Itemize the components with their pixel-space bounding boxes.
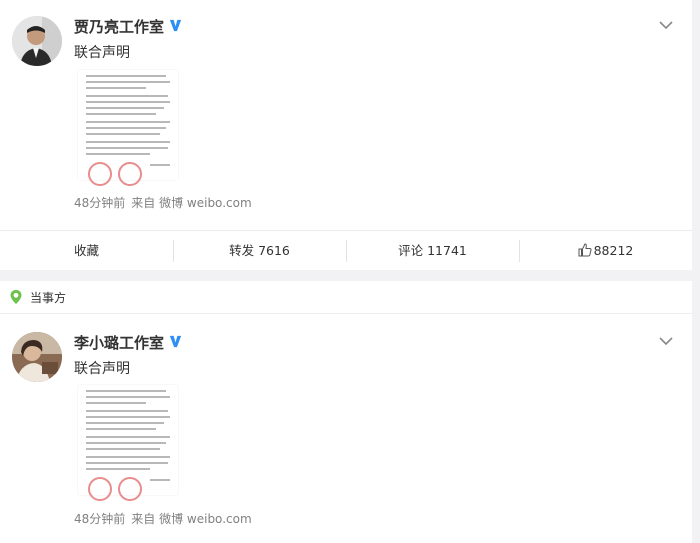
weibo-feed: 贾乃亮工作室 联合声明 48分钟前 来自 微博 weibo.com 收藏 转发 … [0,0,700,543]
post-source[interactable]: 来自 微博 weibo.com [131,196,251,210]
seal-mark [118,162,142,186]
statement-image[interactable] [78,385,178,501]
post-source[interactable]: 来自 微博 weibo.com [131,512,251,526]
post-meta: 48分钟前 来自 微博 weibo.com [74,194,258,211]
seal-mark [88,477,112,501]
repost-button[interactable]: 转发 7616 [173,240,346,262]
location-pin-icon [10,290,22,304]
post-meta: 48分钟前 来自 微博 weibo.com [74,510,258,527]
party-label: 当事方 [30,291,67,305]
verified-badge-icon [169,19,182,32]
avatar-image [12,332,62,382]
chevron-down-icon[interactable] [658,336,674,346]
thumbs-up-icon [578,243,592,257]
post-card: 贾乃亮工作室 联合声明 48分钟前 来自 微博 weibo.com 收藏 转发 … [0,0,692,270]
party-section-header: 当事方 [0,281,692,314]
post-text: 联合声明 [74,361,130,377]
post-text: 联合声明 [74,45,130,61]
statement-image[interactable] [78,70,178,186]
avatar[interactable] [12,16,62,66]
favorite-button[interactable]: 收藏 [0,240,173,262]
comment-button[interactable]: 评论 11741 [346,240,519,262]
avatar-image [12,16,62,66]
action-bar: 收藏 转发 7616 评论 11741 88212 [0,230,692,271]
author-name[interactable]: 贾乃亮工作室 [74,16,183,37]
post-time[interactable]: 48分钟前 [74,196,125,210]
verified-badge-icon [169,335,182,348]
seal-mark [88,162,112,186]
seal-mark [118,477,142,501]
author-name[interactable]: 李小璐工作室 [74,332,183,353]
like-button[interactable]: 88212 [519,240,692,262]
chevron-down-icon[interactable] [658,20,674,30]
post-card: 李小璐工作室 联合声明 48分钟前 来自 微博 weibo.com [0,314,692,543]
avatar[interactable] [12,332,62,382]
post-time[interactable]: 48分钟前 [74,512,125,526]
